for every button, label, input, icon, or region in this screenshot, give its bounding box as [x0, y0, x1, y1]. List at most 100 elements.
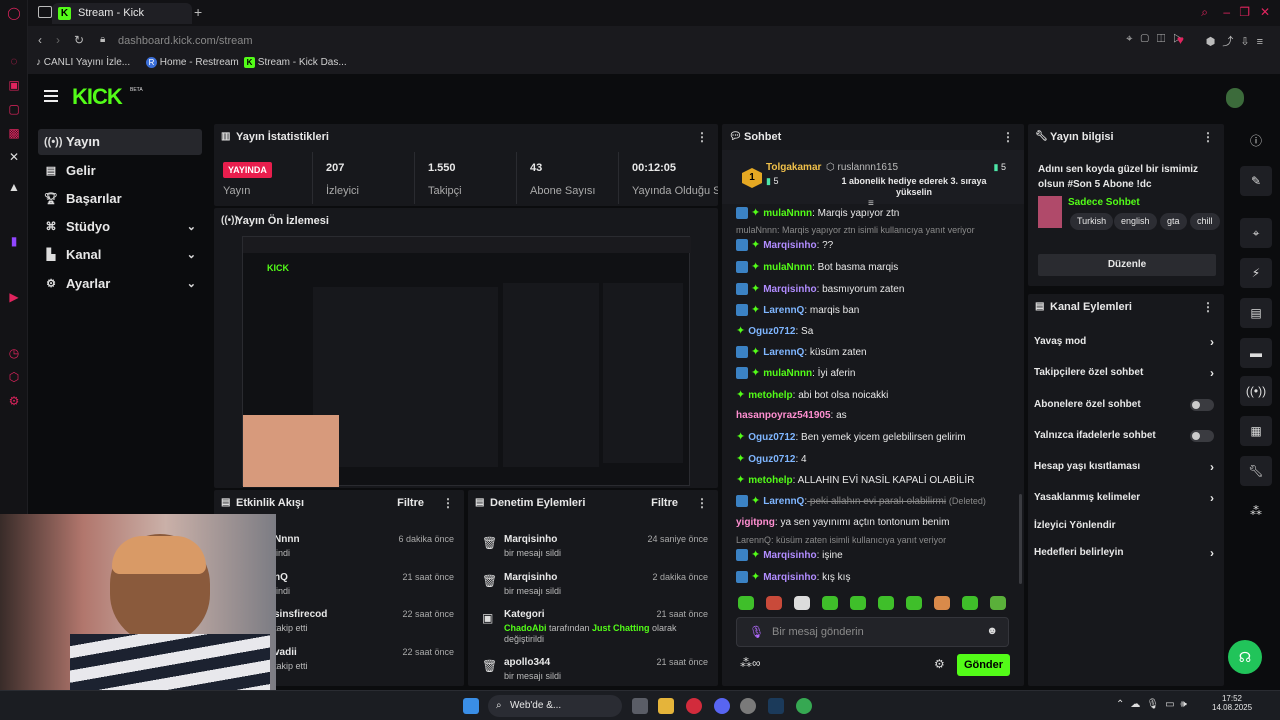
stream-category[interactable]: Sadece Sohbet: [1068, 197, 1140, 208]
chat-apps-icon[interactable]: ⁂∞: [740, 656, 761, 670]
sidebar-twitch-icon[interactable]: ▮: [7, 234, 21, 248]
emote-icon[interactable]: [962, 596, 978, 610]
chat-username[interactable]: mulaNnnn: [763, 262, 812, 273]
chrome-icon[interactable]: [796, 698, 812, 714]
chat-username[interactable]: LarennQ: [763, 305, 804, 316]
opera-logo-icon[interactable]: ◯: [7, 6, 21, 20]
microphone-icon[interactable]: 🎙︎: [749, 625, 764, 639]
support-headset-icon[interactable]: ☊: [1228, 640, 1262, 674]
minimize-icon[interactable]: –: [1223, 5, 1230, 19]
sidebar-instagram-icon[interactable]: ▩: [7, 126, 21, 140]
chat-username[interactable]: metohelp: [748, 390, 792, 401]
action-host[interactable]: İzleyici Yönlendir: [1034, 516, 1224, 536]
sidebar-bag-icon[interactable]: ▣: [7, 78, 21, 92]
chat-username[interactable]: Marqisinho: [763, 284, 816, 295]
info-icon[interactable]: ⓘ: [1240, 126, 1272, 156]
system-tray-icons[interactable]: ⌃☁🎙︎▭🕪: [1116, 699, 1193, 710]
action-followers-only[interactable]: Takipçilere özel sohbet ›: [1034, 363, 1224, 383]
hamburger-menu-icon[interactable]: [44, 90, 58, 102]
apps-icon[interactable]: ⁂: [1240, 496, 1272, 526]
user-avatar[interactable]: [1226, 88, 1244, 108]
search-tabs-icon[interactable]: ⌕: [1201, 5, 1208, 20]
chat-username[interactable]: LarennQ: [763, 496, 804, 507]
emotes-only-toggle[interactable]: [1190, 430, 1214, 442]
nav-item-kanal[interactable]: ▙ Kanal ⌄: [38, 242, 202, 268]
action-slow-mode[interactable]: Yavaş mod ›: [1034, 332, 1224, 352]
emote-icon[interactable]: [990, 596, 1006, 610]
opera-taskbar-icon[interactable]: [686, 698, 702, 714]
chat-settings-gear-icon[interactable]: ⚙: [934, 657, 945, 671]
chat-username[interactable]: Oguz0712: [748, 432, 795, 443]
url-field[interactable]: dashboard.kick.com/stream: [118, 35, 253, 47]
activity-filter-button[interactable]: Filtre: [397, 490, 424, 516]
more-options-icon[interactable]: ⋮: [1202, 124, 1214, 150]
action-goals[interactable]: Hedefleri belirleyin ›: [1034, 543, 1224, 563]
taskbar-search[interactable]: ⌕ Web'de &...: [488, 695, 622, 717]
more-options-icon[interactable]: ⋮: [442, 490, 454, 516]
nav-item-basarilar[interactable]: 🏆︎ Başarılar: [38, 186, 202, 212]
more-options-icon[interactable]: ⋮: [696, 124, 708, 150]
nav-item-ayarlar[interactable]: ⚙ Ayarlar ⌄: [38, 271, 202, 297]
close-window-icon[interactable]: ✕: [1260, 5, 1270, 19]
emote-icon[interactable]: [794, 596, 810, 610]
new-tab-plus-icon[interactable]: +: [194, 4, 202, 20]
emote-icon[interactable]: [822, 596, 838, 610]
back-icon[interactable]: ‹: [38, 33, 42, 47]
kick-logo[interactable]: KICK: [72, 84, 123, 110]
discord-icon[interactable]: [714, 698, 730, 714]
chat-username[interactable]: Oguz0712: [748, 326, 795, 337]
edit-button[interactable]: Düzenle: [1038, 254, 1216, 276]
tag-chip[interactable]: Turkish: [1070, 213, 1114, 230]
action-account-age[interactable]: Hesap yaşı kısıtlaması ›: [1034, 457, 1224, 477]
task-view-icon[interactable]: [632, 698, 648, 714]
obs-icon[interactable]: [740, 698, 756, 714]
action-banned-words[interactable]: Yasaklanmış kelimeler ›: [1034, 488, 1224, 508]
nav-item-studyo[interactable]: ⌘ Stüdyo ⌄: [38, 214, 202, 240]
chat-username[interactable]: mulaNnnn: [763, 368, 812, 379]
broadcast-icon[interactable]: ((•)): [1240, 376, 1272, 406]
edit-pencil-icon[interactable]: ✎: [1240, 166, 1272, 196]
extension-icons[interactable]: ⬢⤴⇩≡: [1206, 33, 1270, 49]
chat-username[interactable]: Marqisinho: [763, 240, 816, 251]
emoji-icon[interactable]: ☻: [986, 625, 998, 637]
sidebar-aria-icon[interactable]: ◌: [7, 54, 21, 68]
lightning-icon[interactable]: ⚡︎: [1240, 258, 1272, 288]
reload-icon[interactable]: ↻: [74, 33, 84, 47]
sidebar-pinboard-icon[interactable]: ⬡: [7, 370, 21, 384]
tag-chip[interactable]: chill: [1190, 213, 1220, 230]
maximize-icon[interactable]: ❐: [1239, 5, 1250, 19]
sidebar-x-icon[interactable]: ✕: [7, 150, 21, 164]
chat-username[interactable]: Oguz0712: [748, 454, 795, 465]
windows-start-icon[interactable]: [463, 698, 479, 714]
steam-icon[interactable]: [768, 698, 784, 714]
chat-username[interactable]: yigitpng: [736, 517, 775, 528]
forward-icon[interactable]: ›: [56, 33, 60, 47]
nav-item-gelir[interactable]: ▤ Gelir: [38, 158, 202, 184]
tag-chip[interactable]: english: [1114, 213, 1157, 230]
sidebar-active-icon[interactable]: ▲: [7, 180, 21, 194]
more-options-icon[interactable]: ⋮: [1002, 124, 1014, 150]
moderation-filter-button[interactable]: Filtre: [651, 490, 678, 516]
notes-icon[interactable]: ▤: [1240, 298, 1272, 328]
crosshair-icon[interactable]: ⌖: [1240, 218, 1272, 248]
send-button[interactable]: Gönder: [957, 654, 1010, 676]
emote-icon[interactable]: [878, 596, 894, 610]
taskbar-clock[interactable]: 17:52 14.08.2025: [1212, 694, 1252, 712]
sidebar-history-icon[interactable]: ◷: [7, 346, 21, 360]
more-options-icon[interactable]: ⋮: [696, 490, 708, 516]
chat-icon[interactable]: ▬: [1240, 338, 1272, 368]
tab-menu-icon[interactable]: [38, 6, 52, 18]
stream-preview-video[interactable]: KICK: [242, 236, 691, 487]
bookmark-restream[interactable]: R Home - Restream: [146, 57, 239, 68]
layout-icon[interactable]: ▦: [1240, 416, 1272, 446]
sidebar-player-icon[interactable]: ▶: [7, 290, 21, 304]
sidebar-settings-icon[interactable]: ⚙: [7, 394, 21, 408]
subs-only-toggle[interactable]: [1190, 399, 1214, 411]
chat-username[interactable]: hasanpoyraz541905: [736, 410, 831, 421]
chat-input[interactable]: 🎙︎ Bir mesaj gönderin ☻: [736, 617, 1009, 647]
emote-icon[interactable]: [738, 596, 754, 610]
chat-username[interactable]: Marqisinho: [763, 550, 816, 561]
chat-username[interactable]: metohelp: [748, 475, 792, 486]
nav-item-yayin[interactable]: ((•)) Yayın: [38, 129, 202, 155]
tools-icon[interactable]: 🔧︎: [1240, 456, 1272, 486]
